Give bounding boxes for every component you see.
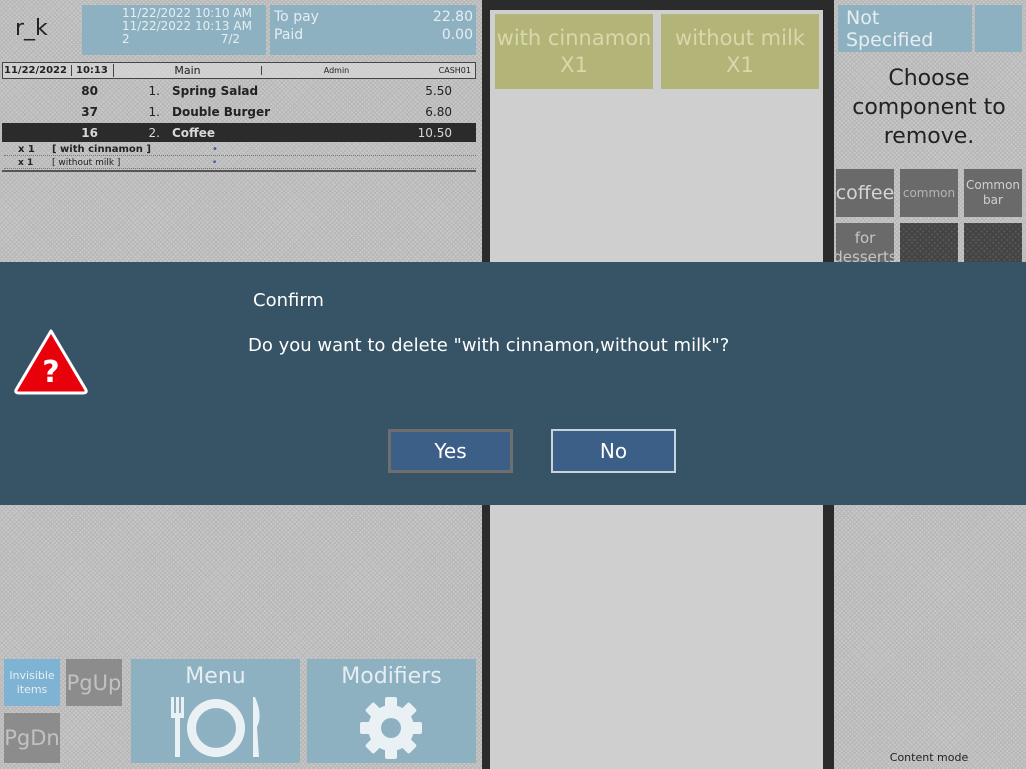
category-common[interactable]: common bbox=[900, 169, 958, 217]
guest-count: 2 bbox=[122, 32, 130, 46]
modifier-dot: • bbox=[212, 144, 218, 155]
page-down-button[interactable]: PgDn bbox=[4, 713, 60, 763]
question-warning-icon: ? bbox=[14, 329, 88, 395]
dialog-title: Confirm bbox=[253, 290, 324, 311]
order-line-price: 5.50 bbox=[425, 83, 452, 98]
order-waiter: Admin bbox=[261, 66, 411, 75]
confirm-dialog: ? Confirm Do you want to delete "with ci… bbox=[0, 262, 1026, 505]
order-line-price: 6.80 bbox=[425, 104, 452, 119]
dialog-message: Do you want to delete "with cinnamon,wit… bbox=[248, 335, 730, 356]
order-list-divider bbox=[2, 170, 476, 172]
selected-modifier-tile[interactable]: with cinnamon X1 bbox=[495, 14, 653, 89]
order-line-name: Coffee bbox=[172, 125, 216, 140]
to-pay-label: To pay bbox=[274, 9, 319, 25]
order-info-box: 11/22/2022 10:10 AM 11/22/2022 10:13 AM … bbox=[82, 5, 266, 55]
modifier-line[interactable]: x 1 [ with cinnamon ] • bbox=[4, 144, 476, 156]
menu-button[interactable]: Menu bbox=[131, 659, 300, 763]
order-line-name: Spring Salad bbox=[172, 83, 259, 98]
selected-modifier-label: with cinnamon bbox=[496, 25, 652, 50]
order-line-qty: 1. bbox=[148, 83, 160, 98]
totals-box: To pay 22.80 Paid 0.00 bbox=[270, 5, 476, 55]
order-time: 10:13 bbox=[71, 65, 113, 76]
middle-panel-top-border bbox=[482, 0, 834, 10]
modifiers-button-label: Modifiers bbox=[341, 664, 442, 689]
order-section: Main bbox=[113, 64, 261, 77]
order-line[interactable]: 37 1. Double Burger 6.80 bbox=[2, 102, 476, 121]
instruction-text: Choose component to remove. bbox=[852, 65, 1006, 149]
paid-value: 0.00 bbox=[441, 27, 473, 43]
selected-modifier-tile[interactable]: without milk X1 bbox=[661, 14, 819, 89]
modifier-name: [ with cinnamon ] bbox=[52, 144, 151, 155]
gear-icon bbox=[360, 697, 422, 759]
order-line-code: 80 bbox=[81, 83, 98, 98]
selected-modifier-label: without milk bbox=[675, 25, 805, 50]
modifier-dot: • bbox=[212, 157, 218, 168]
modifier-count: x 1 bbox=[18, 144, 35, 155]
order-line-selected[interactable]: 16 2. Coffee 10.50 bbox=[2, 123, 476, 142]
order-line-name: Double Burger bbox=[172, 104, 271, 119]
invisible-items-button[interactable]: Invisible items bbox=[4, 659, 60, 706]
user-name: r_k bbox=[15, 16, 48, 41]
order-header-row: 11/22/2022 10:13 Main Admin CASH01 bbox=[2, 62, 476, 79]
modifier-name: [ without milk ] bbox=[52, 157, 121, 168]
content-mode-label: Content mode bbox=[889, 751, 969, 764]
page-up-button[interactable]: PgUp bbox=[66, 659, 122, 706]
order-line-code: 37 bbox=[81, 104, 98, 119]
selected-modifier-count: X1 bbox=[726, 52, 754, 77]
yes-button[interactable]: Yes bbox=[388, 429, 513, 473]
svg-text:?: ? bbox=[42, 355, 59, 390]
menu-button-label: Menu bbox=[185, 664, 246, 689]
right-panel-extra-button[interactable] bbox=[975, 5, 1022, 52]
modifiers-button[interactable]: Modifiers bbox=[307, 659, 476, 763]
order-cash: CASH01 bbox=[438, 66, 471, 75]
order-date: 11/22/2022 bbox=[4, 65, 67, 76]
plate-icon bbox=[171, 697, 260, 757]
selected-modifier-count: X1 bbox=[560, 52, 588, 77]
table-number: 7/2 bbox=[220, 32, 240, 46]
order-line-qty: 2. bbox=[148, 125, 160, 140]
category-common-bar[interactable]: Common bar bbox=[964, 169, 1022, 217]
order-line[interactable]: 80 1. Spring Salad 5.50 bbox=[2, 81, 476, 100]
modifier-line[interactable]: x 1 [ without milk ] • bbox=[4, 157, 476, 169]
paid-label: Paid bbox=[274, 27, 304, 43]
order-line-code: 16 bbox=[81, 125, 98, 140]
order-line-price: 10.50 bbox=[417, 125, 452, 140]
modifier-count: x 1 bbox=[18, 157, 34, 168]
order-line-qty: 1. bbox=[148, 104, 160, 119]
no-button[interactable]: No bbox=[551, 429, 676, 473]
to-pay-value: 22.80 bbox=[432, 9, 473, 25]
category-coffee[interactable]: coffee bbox=[836, 169, 894, 217]
not-specified-button[interactable]: Not Specified bbox=[838, 5, 972, 52]
